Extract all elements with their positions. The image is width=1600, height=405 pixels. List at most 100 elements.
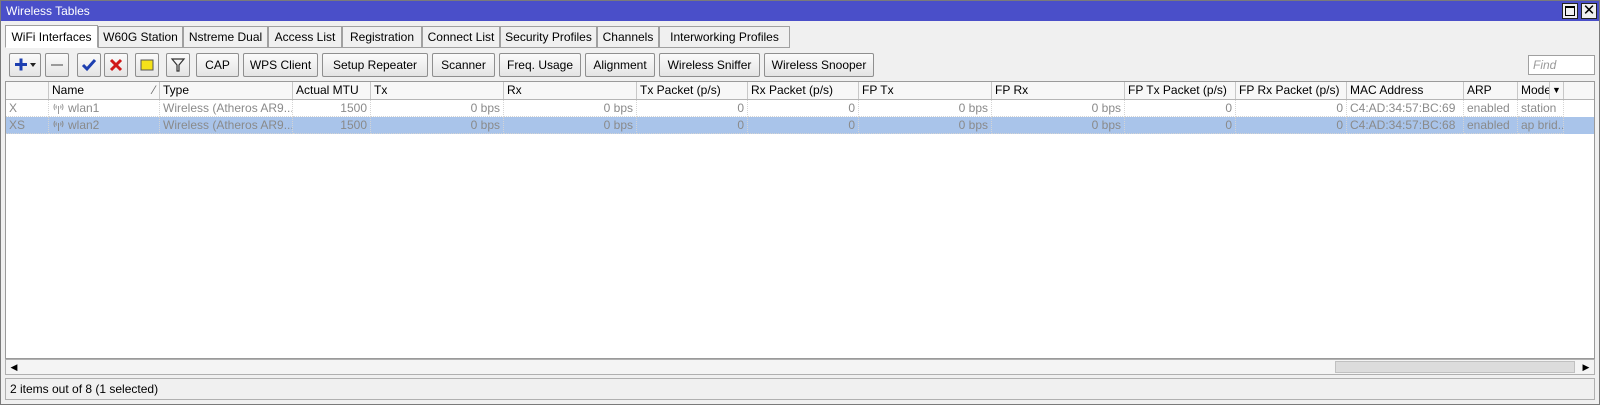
status-text: 2 items out of 8 (1 selected)	[10, 382, 159, 396]
cell-name-text: wlan1	[68, 101, 100, 115]
maximize-icon	[1565, 6, 1575, 16]
cell-flags: XS	[6, 117, 49, 134]
disable-button[interactable]	[104, 53, 128, 77]
cell-mtu: 1500	[293, 117, 371, 134]
col-fp-tx-packet[interactable]: FP Tx Packet (p/s)	[1125, 82, 1236, 99]
cell-arp: enabled	[1464, 100, 1518, 117]
maximize-button[interactable]	[1562, 3, 1578, 19]
comment-button[interactable]	[135, 53, 159, 77]
cell-rx-packet: 0	[748, 100, 859, 117]
cell-mac-address: C4:AD:34:57:BC:69	[1347, 100, 1464, 117]
tab-registration[interactable]: Registration	[342, 26, 422, 48]
close-button[interactable]: ✕	[1581, 2, 1597, 19]
col-rx-packet[interactable]: Rx Packet (p/s)	[748, 82, 859, 99]
col-name-label: Name	[52, 83, 85, 97]
add-icon	[15, 58, 36, 71]
cell-rx: 0 bps	[504, 117, 637, 134]
tab-nstreme-dual[interactable]: Nstreme Dual	[183, 26, 268, 48]
cell-fp-tx-packet: 0	[1125, 117, 1236, 134]
cell-tx-packet: 0	[637, 100, 748, 117]
comment-note-icon	[140, 59, 154, 71]
wireless-tables-window: Wireless Tables ✕ WiFi Interfaces W60G S…	[0, 0, 1600, 405]
wireless-snooper-button[interactable]: Wireless Snooper	[764, 53, 874, 77]
col-mode[interactable]: Mode	[1518, 82, 1550, 99]
table-row[interactable]: X wlan1 Wireless (Atheros AR9... 1500 0 …	[6, 100, 1594, 117]
wireless-sniffer-button[interactable]: Wireless Sniffer	[659, 53, 760, 77]
col-fp-tx[interactable]: FP Tx	[859, 82, 992, 99]
tab-interworking-profiles[interactable]: Interworking Profiles	[659, 26, 790, 48]
cell-name: wlan1	[49, 100, 160, 117]
cell-fp-rx-packet: 0	[1236, 117, 1347, 134]
cell-fp-tx: 0 bps	[859, 100, 992, 117]
filter-button[interactable]	[166, 53, 190, 77]
cell-name: wlan2	[49, 117, 160, 134]
cell-arp: enabled	[1464, 117, 1518, 134]
table-header: Name ⁄ Type Actual MTU Tx Rx Tx Packet (p…	[6, 82, 1594, 100]
enable-button[interactable]	[77, 53, 101, 77]
col-flags[interactable]	[6, 82, 49, 99]
remove-icon	[51, 64, 63, 66]
wps-client-button[interactable]: WPS Client	[243, 53, 318, 77]
col-rx[interactable]: Rx	[504, 82, 637, 99]
cell-rx: 0 bps	[504, 100, 637, 117]
col-type[interactable]: Type	[160, 82, 293, 99]
find-input[interactable]: Find	[1528, 55, 1595, 75]
column-menu-icon[interactable]: ▼	[1550, 82, 1564, 99]
cap-button[interactable]: CAP	[196, 53, 239, 77]
cell-flags: X	[6, 100, 49, 117]
setup-repeater-button[interactable]: Setup Repeater	[322, 53, 428, 77]
cell-mode: station	[1518, 100, 1564, 117]
cell-tx-packet: 0	[637, 117, 748, 134]
horizontal-scrollbar[interactable]: ◀ ▶	[5, 359, 1595, 375]
scrollbar-thumb[interactable]	[1335, 361, 1575, 373]
wireless-antenna-icon	[53, 120, 64, 131]
col-tx-packet[interactable]: Tx Packet (p/s)	[637, 82, 748, 99]
tab-security-profiles[interactable]: Security Profiles	[500, 26, 597, 48]
cell-tx: 0 bps	[371, 100, 504, 117]
scroll-right-icon[interactable]: ▶	[1578, 360, 1594, 374]
scanner-button[interactable]: Scanner	[432, 53, 495, 77]
cell-mode: ap brid...	[1518, 117, 1564, 134]
remove-button[interactable]	[45, 53, 69, 77]
col-name[interactable]: Name ⁄	[49, 82, 160, 99]
status-bar: 2 items out of 8 (1 selected)	[5, 378, 1595, 400]
tab-connect-list[interactable]: Connect List	[422, 26, 500, 48]
filter-icon	[170, 58, 186, 72]
window-title: Wireless Tables	[6, 4, 90, 18]
enable-check-icon	[81, 59, 97, 72]
scroll-left-icon[interactable]: ◀	[6, 360, 22, 374]
col-fp-rx[interactable]: FP Rx	[992, 82, 1125, 99]
table-row-selected[interactable]: XS wlan2 Wireless (Atheros AR9... 1500 0…	[6, 117, 1594, 134]
cell-mtu: 1500	[293, 100, 371, 117]
col-arp[interactable]: ARP	[1464, 82, 1518, 99]
cell-tx: 0 bps	[371, 117, 504, 134]
tab-access-list[interactable]: Access List	[268, 26, 342, 48]
alignment-button[interactable]: Alignment	[585, 53, 655, 77]
col-mac-address[interactable]: MAC Address	[1347, 82, 1464, 99]
tab-w60g-station[interactable]: W60G Station	[98, 26, 183, 48]
cell-fp-rx: 0 bps	[992, 117, 1125, 134]
freq-usage-button[interactable]: Freq. Usage	[499, 53, 581, 77]
cell-rx-packet: 0	[748, 117, 859, 134]
cell-mac-address: C4:AD:34:57:BC:68	[1347, 117, 1464, 134]
cell-type: Wireless (Atheros AR9...	[160, 100, 293, 117]
col-fp-rx-packet[interactable]: FP Rx Packet (p/s)	[1236, 82, 1347, 99]
wireless-antenna-icon	[53, 103, 64, 114]
cell-fp-tx: 0 bps	[859, 117, 992, 134]
tab-channels[interactable]: Channels	[597, 26, 659, 48]
tab-wifi-interfaces[interactable]: WiFi Interfaces	[5, 25, 98, 48]
cell-name-text: wlan2	[68, 118, 100, 132]
cell-fp-rx: 0 bps	[992, 100, 1125, 117]
sort-indicator-icon: ⁄	[152, 83, 155, 97]
close-icon: ✕	[1582, 2, 1596, 19]
col-tx[interactable]: Tx	[371, 82, 504, 99]
col-actual-mtu[interactable]: Actual MTU	[293, 82, 371, 99]
cell-fp-tx-packet: 0	[1125, 100, 1236, 117]
cell-fp-rx-packet: 0	[1236, 100, 1347, 117]
cell-type: Wireless (Atheros AR9...	[160, 117, 293, 134]
interfaces-table: Name ⁄ Type Actual MTU Tx Rx Tx Packet (p…	[5, 81, 1595, 359]
disable-x-icon	[109, 58, 123, 72]
title-bar[interactable]: Wireless Tables ✕	[1, 1, 1599, 21]
add-button[interactable]	[9, 53, 41, 77]
toolbar: CAP WPS Client Setup Repeater Scanner Fr…	[5, 53, 1597, 77]
